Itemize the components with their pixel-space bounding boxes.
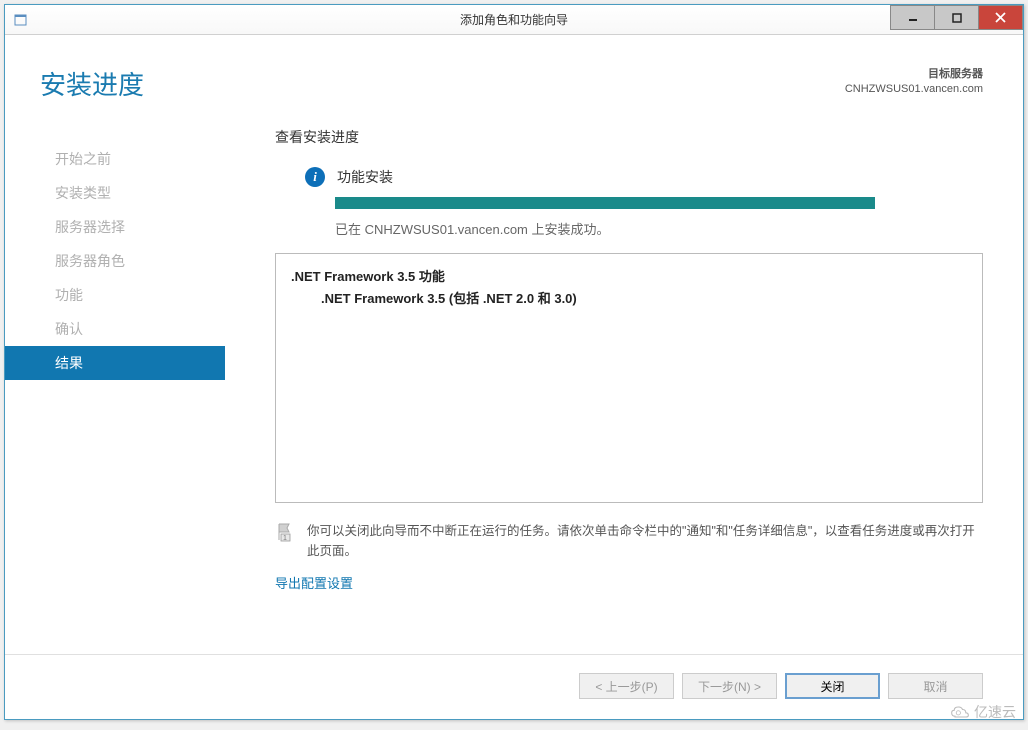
main-section: 开始之前 安装类型 服务器选择 服务器角色 功能 确认 结果 查看安装进度 i …	[5, 122, 1023, 654]
window-controls	[891, 5, 1023, 33]
feature-parent: .NET Framework 3.5 功能	[291, 266, 967, 285]
export-config-link[interactable]: 导出配置设置	[275, 573, 353, 592]
wizard-sidebar: 开始之前 安装类型 服务器选择 服务器角色 功能 确认 结果	[5, 122, 225, 654]
sidebar-item-server-selection: 服务器选择	[5, 210, 225, 244]
feature-results-box: .NET Framework 3.5 功能 .NET Framework 3.5…	[275, 253, 983, 503]
notice-text: 你可以关闭此向导而不中断正在运行的任务。请依次单击命令栏中的"通知"和"任务详细…	[307, 521, 983, 561]
watermark-text: 亿速云	[974, 702, 1016, 722]
success-message: 已在 CNHZWSUS01.vancen.com 上安装成功。	[275, 219, 983, 238]
close-button[interactable]: 关闭	[785, 673, 880, 699]
previous-button: < 上一步(P)	[579, 673, 674, 699]
info-icon: i	[305, 167, 325, 187]
close-window-button[interactable]	[978, 5, 1023, 30]
cloud-icon	[950, 705, 970, 719]
progress-bar	[335, 197, 875, 209]
titlebar: 添加角色和功能向导	[5, 5, 1023, 35]
target-server-name: CNHZWSUS01.vancen.com	[845, 83, 983, 95]
target-server-label: 目标服务器	[845, 65, 983, 81]
main-content: 查看安装进度 i 功能安装 已在 CNHZWSUS01.vancen.com 上…	[225, 122, 1023, 654]
sidebar-item-install-type: 安装类型	[5, 176, 225, 210]
sidebar-item-server-roles: 服务器角色	[5, 244, 225, 278]
button-bar: < 上一步(P) 下一步(N) > 关闭 取消	[5, 654, 1023, 719]
maximize-button[interactable]	[934, 5, 979, 30]
sidebar-item-features: 功能	[5, 278, 225, 312]
status-row: i 功能安装	[275, 167, 983, 187]
wizard-window: 添加角色和功能向导 安装进度 目标服务器 CNHZWSUS01.vancen.c…	[4, 4, 1024, 720]
target-server-info: 目标服务器 CNHZWSUS01.vancen.com	[845, 65, 983, 95]
next-button: 下一步(N) >	[682, 673, 777, 699]
sidebar-item-confirm: 确认	[5, 312, 225, 346]
cancel-button: 取消	[888, 673, 983, 699]
header-section: 安装进度 目标服务器 CNHZWSUS01.vancen.com	[5, 35, 1023, 122]
notice-section: 1 你可以关闭此向导而不中断正在运行的任务。请依次单击命令栏中的"通知"和"任务…	[275, 521, 983, 561]
page-title: 安装进度	[40, 65, 144, 102]
flag-icon: 1	[275, 521, 297, 543]
watermark: 亿速云	[950, 702, 1016, 722]
status-text: 功能安装	[337, 167, 393, 187]
app-icon	[13, 12, 29, 28]
sidebar-item-results: 结果	[5, 346, 225, 380]
view-progress-label: 查看安装进度	[275, 122, 983, 147]
svg-text:1: 1	[283, 535, 287, 542]
window-title: 添加角色和功能向导	[460, 11, 568, 28]
feature-child: .NET Framework 3.5 (包括 .NET 2.0 和 3.0)	[291, 288, 967, 307]
content-area: 安装进度 目标服务器 CNHZWSUS01.vancen.com 开始之前 安装…	[5, 35, 1023, 719]
sidebar-item-before-start: 开始之前	[5, 142, 225, 176]
minimize-button[interactable]	[890, 5, 935, 30]
